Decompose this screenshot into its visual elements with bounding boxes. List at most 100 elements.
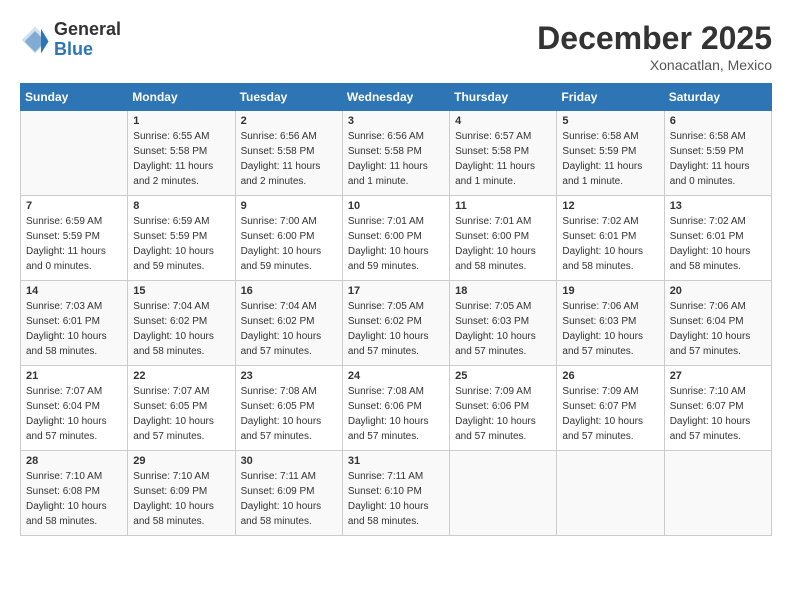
sunset-text: Sunset: 5:58 PM	[348, 144, 444, 159]
sunset-text: Sunset: 5:59 PM	[670, 144, 766, 159]
day-info: Sunrise: 7:11 AM Sunset: 6:09 PM Dayligh…	[241, 469, 337, 529]
calendar-cell: 20 Sunrise: 7:06 AM Sunset: 6:04 PM Dayl…	[664, 281, 771, 366]
sunset-text: Sunset: 5:59 PM	[26, 229, 122, 244]
daylight-text: Daylight: 10 hours and 57 minutes.	[670, 329, 766, 359]
sunset-text: Sunset: 6:01 PM	[26, 314, 122, 329]
sunset-text: Sunset: 6:01 PM	[562, 229, 658, 244]
daylight-text: Daylight: 10 hours and 58 minutes.	[562, 244, 658, 274]
day-info: Sunrise: 6:56 AM Sunset: 5:58 PM Dayligh…	[241, 129, 337, 189]
sunset-text: Sunset: 6:01 PM	[670, 229, 766, 244]
sunrise-text: Sunrise: 7:00 AM	[241, 214, 337, 229]
day-info: Sunrise: 7:06 AM Sunset: 6:04 PM Dayligh…	[670, 299, 766, 359]
day-info: Sunrise: 6:58 AM Sunset: 5:59 PM Dayligh…	[562, 129, 658, 189]
month-title: December 2025	[537, 20, 772, 57]
daylight-text: Daylight: 11 hours and 0 minutes.	[670, 159, 766, 189]
sunset-text: Sunset: 6:03 PM	[455, 314, 551, 329]
calendar-cell: 7 Sunrise: 6:59 AM Sunset: 5:59 PM Dayli…	[21, 196, 128, 281]
calendar-cell: 15 Sunrise: 7:04 AM Sunset: 6:02 PM Dayl…	[128, 281, 235, 366]
sunrise-text: Sunrise: 7:10 AM	[26, 469, 122, 484]
day-info: Sunrise: 7:10 AM Sunset: 6:08 PM Dayligh…	[26, 469, 122, 529]
day-number: 25	[455, 370, 551, 382]
day-info: Sunrise: 7:05 AM Sunset: 6:02 PM Dayligh…	[348, 299, 444, 359]
sunrise-text: Sunrise: 7:02 AM	[562, 214, 658, 229]
sunrise-text: Sunrise: 7:01 AM	[348, 214, 444, 229]
calendar-cell: 21 Sunrise: 7:07 AM Sunset: 6:04 PM Dayl…	[21, 366, 128, 451]
calendar-cell: 2 Sunrise: 6:56 AM Sunset: 5:58 PM Dayli…	[235, 111, 342, 196]
calendar-cell: 11 Sunrise: 7:01 AM Sunset: 6:00 PM Dayl…	[450, 196, 557, 281]
daylight-text: Daylight: 10 hours and 57 minutes.	[670, 414, 766, 444]
calendar-cell: 14 Sunrise: 7:03 AM Sunset: 6:01 PM Dayl…	[21, 281, 128, 366]
daylight-text: Daylight: 11 hours and 2 minutes.	[133, 159, 229, 189]
day-info: Sunrise: 6:59 AM Sunset: 5:59 PM Dayligh…	[133, 214, 229, 274]
sunset-text: Sunset: 6:07 PM	[562, 399, 658, 414]
sunset-text: Sunset: 6:09 PM	[133, 484, 229, 499]
logo: General Blue	[20, 20, 121, 60]
sunrise-text: Sunrise: 6:59 AM	[133, 214, 229, 229]
calendar-cell	[664, 451, 771, 536]
sunset-text: Sunset: 6:00 PM	[348, 229, 444, 244]
day-number: 23	[241, 370, 337, 382]
day-info: Sunrise: 6:56 AM Sunset: 5:58 PM Dayligh…	[348, 129, 444, 189]
calendar-cell: 19 Sunrise: 7:06 AM Sunset: 6:03 PM Dayl…	[557, 281, 664, 366]
day-number: 5	[562, 115, 658, 127]
day-info: Sunrise: 6:55 AM Sunset: 5:58 PM Dayligh…	[133, 129, 229, 189]
sunset-text: Sunset: 6:06 PM	[348, 399, 444, 414]
weekday-header-friday: Friday	[557, 84, 664, 111]
day-number: 14	[26, 285, 122, 297]
calendar-cell: 4 Sunrise: 6:57 AM Sunset: 5:58 PM Dayli…	[450, 111, 557, 196]
daylight-text: Daylight: 10 hours and 58 minutes.	[133, 329, 229, 359]
calendar-table: SundayMondayTuesdayWednesdayThursdayFrid…	[20, 83, 772, 536]
sunrise-text: Sunrise: 7:04 AM	[241, 299, 337, 314]
day-number: 15	[133, 285, 229, 297]
sunrise-text: Sunrise: 7:04 AM	[133, 299, 229, 314]
calendar-cell: 10 Sunrise: 7:01 AM Sunset: 6:00 PM Dayl…	[342, 196, 449, 281]
day-number: 10	[348, 200, 444, 212]
day-number: 19	[562, 285, 658, 297]
day-info: Sunrise: 7:04 AM Sunset: 6:02 PM Dayligh…	[133, 299, 229, 359]
day-number: 26	[562, 370, 658, 382]
daylight-text: Daylight: 10 hours and 57 minutes.	[133, 414, 229, 444]
daylight-text: Daylight: 10 hours and 59 minutes.	[133, 244, 229, 274]
logo-blue: Blue	[54, 40, 121, 60]
daylight-text: Daylight: 10 hours and 57 minutes.	[241, 329, 337, 359]
calendar-cell: 31 Sunrise: 7:11 AM Sunset: 6:10 PM Dayl…	[342, 451, 449, 536]
day-number: 20	[670, 285, 766, 297]
day-number: 3	[348, 115, 444, 127]
calendar-cell: 30 Sunrise: 7:11 AM Sunset: 6:09 PM Dayl…	[235, 451, 342, 536]
sunset-text: Sunset: 6:00 PM	[455, 229, 551, 244]
day-info: Sunrise: 7:01 AM Sunset: 6:00 PM Dayligh…	[455, 214, 551, 274]
calendar-cell: 13 Sunrise: 7:02 AM Sunset: 6:01 PM Dayl…	[664, 196, 771, 281]
day-info: Sunrise: 7:06 AM Sunset: 6:03 PM Dayligh…	[562, 299, 658, 359]
day-info: Sunrise: 7:08 AM Sunset: 6:06 PM Dayligh…	[348, 384, 444, 444]
weekday-header-saturday: Saturday	[664, 84, 771, 111]
sunset-text: Sunset: 6:08 PM	[26, 484, 122, 499]
daylight-text: Daylight: 11 hours and 1 minute.	[455, 159, 551, 189]
daylight-text: Daylight: 10 hours and 57 minutes.	[348, 414, 444, 444]
day-info: Sunrise: 7:10 AM Sunset: 6:07 PM Dayligh…	[670, 384, 766, 444]
calendar-cell: 28 Sunrise: 7:10 AM Sunset: 6:08 PM Dayl…	[21, 451, 128, 536]
calendar-cell: 25 Sunrise: 7:09 AM Sunset: 6:06 PM Dayl…	[450, 366, 557, 451]
calendar-cell: 24 Sunrise: 7:08 AM Sunset: 6:06 PM Dayl…	[342, 366, 449, 451]
day-info: Sunrise: 7:09 AM Sunset: 6:06 PM Dayligh…	[455, 384, 551, 444]
daylight-text: Daylight: 11 hours and 0 minutes.	[26, 244, 122, 274]
sunset-text: Sunset: 6:03 PM	[562, 314, 658, 329]
day-info: Sunrise: 7:07 AM Sunset: 6:05 PM Dayligh…	[133, 384, 229, 444]
day-number: 13	[670, 200, 766, 212]
sunset-text: Sunset: 5:58 PM	[133, 144, 229, 159]
calendar-cell: 22 Sunrise: 7:07 AM Sunset: 6:05 PM Dayl…	[128, 366, 235, 451]
logo-icon	[20, 25, 50, 55]
sunrise-text: Sunrise: 7:01 AM	[455, 214, 551, 229]
calendar-cell: 23 Sunrise: 7:08 AM Sunset: 6:05 PM Dayl…	[235, 366, 342, 451]
day-info: Sunrise: 7:09 AM Sunset: 6:07 PM Dayligh…	[562, 384, 658, 444]
day-number: 7	[26, 200, 122, 212]
sunrise-text: Sunrise: 7:06 AM	[562, 299, 658, 314]
location: Xonacatlan, Mexico	[537, 57, 772, 73]
calendar-cell: 18 Sunrise: 7:05 AM Sunset: 6:03 PM Dayl…	[450, 281, 557, 366]
calendar-cell: 9 Sunrise: 7:00 AM Sunset: 6:00 PM Dayli…	[235, 196, 342, 281]
daylight-text: Daylight: 10 hours and 59 minutes.	[348, 244, 444, 274]
calendar-week-row: 1 Sunrise: 6:55 AM Sunset: 5:58 PM Dayli…	[21, 111, 772, 196]
calendar-week-row: 28 Sunrise: 7:10 AM Sunset: 6:08 PM Dayl…	[21, 451, 772, 536]
day-info: Sunrise: 7:11 AM Sunset: 6:10 PM Dayligh…	[348, 469, 444, 529]
day-number: 17	[348, 285, 444, 297]
sunrise-text: Sunrise: 7:10 AM	[133, 469, 229, 484]
